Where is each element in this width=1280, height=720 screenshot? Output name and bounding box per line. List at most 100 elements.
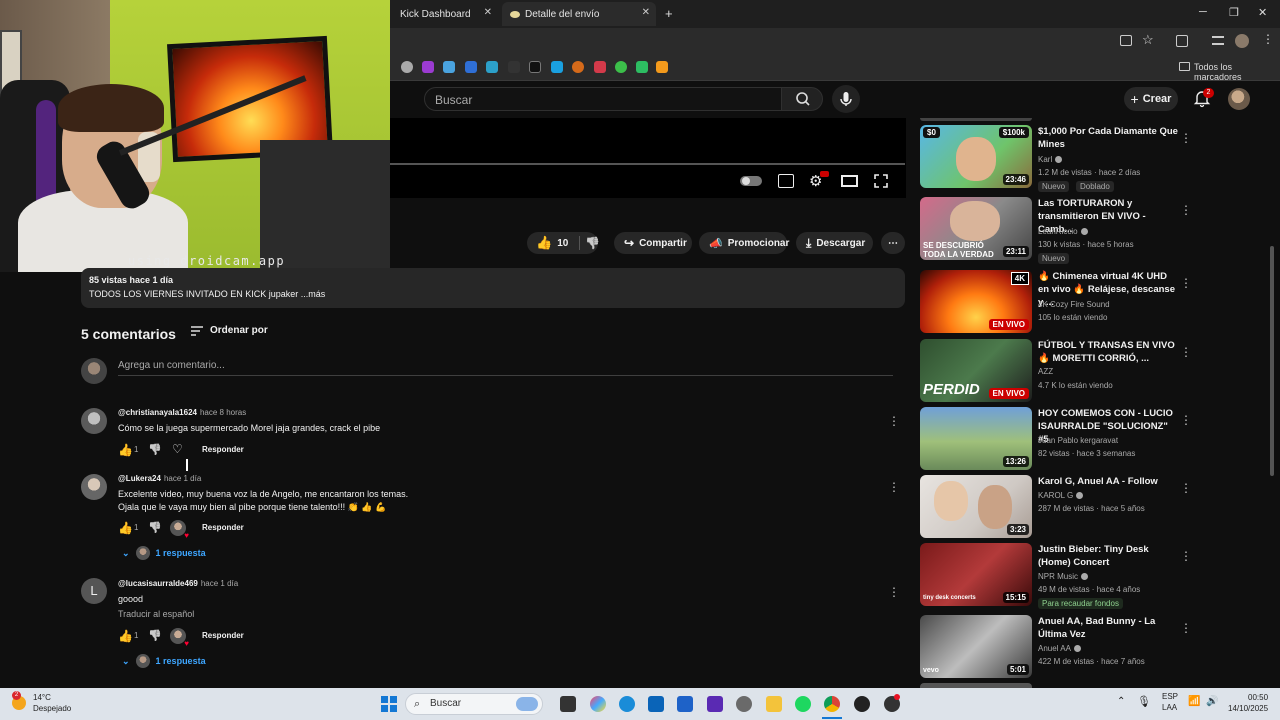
video-menu-icon[interactable]: ⋮ xyxy=(1180,481,1192,495)
video-title[interactable]: $1,000 Por Cada Diamante Que Mines xyxy=(1038,125,1178,151)
view-replies-button[interactable]: ⌄ 1 respuesta xyxy=(122,546,206,560)
reply-button[interactable]: Responder xyxy=(202,523,244,532)
bookmark-icon[interactable] xyxy=(443,61,455,73)
bookmark-icon[interactable] xyxy=(486,61,498,73)
close-tab-icon[interactable]: ✕ xyxy=(642,7,650,18)
voice-search-button[interactable] xyxy=(832,85,860,113)
comment-menu-icon[interactable]: ⋮ xyxy=(888,414,900,428)
comment-author[interactable]: @Lukera24 hace 1 día xyxy=(118,474,201,483)
heart-icon[interactable]: ♡ xyxy=(172,442,183,456)
channel-name[interactable]: Karl xyxy=(1038,155,1063,164)
like-icon[interactable]: 👍 xyxy=(536,235,552,251)
dislike-icon[interactable]: 👎 xyxy=(585,236,600,250)
video-description[interactable]: 85 vistas hace 1 día TODOS LOS VIERNES I… xyxy=(81,268,905,308)
file-explorer-icon[interactable] xyxy=(766,696,782,712)
video-player[interactable] xyxy=(390,118,906,198)
weather-temp[interactable]: 14°C xyxy=(33,693,51,702)
channel-name[interactable]: KAROL G xyxy=(1038,491,1084,500)
tab-detalle-envio[interactable]: Detalle del envío ✕ xyxy=(502,2,656,26)
all-bookmarks-label[interactable]: Todos los marcadores xyxy=(1194,62,1280,82)
extensions-icon[interactable] xyxy=(1176,35,1188,47)
microphone-icon[interactable]: 🎙 xyxy=(1137,695,1151,708)
chrome-icon[interactable] xyxy=(824,696,840,712)
sort-by-button[interactable]: Ordenar por xyxy=(190,325,268,336)
volume-icon[interactable]: 🔊 xyxy=(1206,696,1218,707)
comment-author[interactable]: @lucasisaurralde469 hace 1 día xyxy=(118,579,238,588)
edge-icon[interactable] xyxy=(619,696,635,712)
translate-link[interactable]: Traducir al español xyxy=(118,609,194,619)
account-avatar[interactable] xyxy=(1228,88,1250,110)
subtitles-icon[interactable] xyxy=(778,174,794,188)
app-icon[interactable] xyxy=(854,696,870,712)
comment-avatar[interactable] xyxy=(81,408,107,434)
language-secondary[interactable]: LAA xyxy=(1162,703,1177,712)
video-thumbnail[interactable]: tiny desk concerts 15:15 xyxy=(920,543,1032,606)
bookmark-icon[interactable] xyxy=(636,61,648,73)
autoplay-toggle[interactable] xyxy=(740,176,762,186)
video-menu-icon[interactable]: ⋮ xyxy=(1180,549,1192,563)
bookmark-icon[interactable] xyxy=(594,61,606,73)
language-primary[interactable]: ESP xyxy=(1162,692,1178,701)
clock-time[interactable]: 00:50 xyxy=(1248,693,1268,702)
reply-button[interactable]: Responder xyxy=(202,631,244,640)
channel-name[interactable]: Juan Pablo kergaravat xyxy=(1038,436,1118,445)
video-menu-icon[interactable]: ⋮ xyxy=(1180,276,1192,290)
outlook-icon[interactable] xyxy=(648,696,664,712)
video-title[interactable]: Justin Bieber: Tiny Desk (Home) Concert xyxy=(1038,543,1178,569)
bookmark-icon[interactable] xyxy=(572,61,584,73)
browser-menu-icon[interactable]: ⋮ xyxy=(1262,32,1274,46)
bookmark-icon[interactable] xyxy=(401,61,413,73)
tab-kick-dashboard[interactable]: Kick Dashboard ✕ xyxy=(392,2,498,26)
bookmark-icon[interactable] xyxy=(656,61,668,73)
weather-condition[interactable]: Despejado xyxy=(33,704,71,713)
comment-avatar[interactable]: L xyxy=(81,578,107,604)
more-actions-button[interactable]: ⋯ xyxy=(881,232,905,254)
close-tab-icon[interactable]: ✕ xyxy=(484,7,492,18)
settings-icon[interactable] xyxy=(736,696,752,712)
taskbar-search[interactable]: ⌕ Buscar xyxy=(405,693,543,715)
like-icon[interactable]: 👍 xyxy=(118,629,133,643)
windows-start-icon[interactable] xyxy=(381,696,397,712)
video-menu-icon[interactable]: ⋮ xyxy=(1180,345,1192,359)
video-thumbnail[interactable]: SE DESCUBRIÓ TODA LA VERDAD 23:11 xyxy=(920,197,1032,260)
install-icon[interactable] xyxy=(1120,35,1132,46)
channel-name[interactable]: LeanRiccio xyxy=(1038,227,1088,236)
copilot-icon[interactable] xyxy=(590,696,606,712)
comment-menu-icon[interactable]: ⋮ xyxy=(888,585,900,599)
clock-date[interactable]: 14/10/2025 xyxy=(1228,704,1268,713)
promote-button[interactable]: 📣 Promocionar xyxy=(699,232,789,254)
wifi-icon[interactable]: 📶 xyxy=(1188,696,1200,707)
bookmark-icon[interactable] xyxy=(551,61,563,73)
like-count[interactable]: 10 xyxy=(557,238,568,249)
add-comment-input[interactable]: Agrega un comentario... xyxy=(118,360,225,371)
video-title[interactable]: FÚTBOL Y TRANSAS EN VIVO 🔥 MORETTI CORRI… xyxy=(1038,339,1178,365)
search-button[interactable] xyxy=(781,87,823,111)
channel-name[interactable]: Anuel AA xyxy=(1038,644,1081,653)
bookmark-icon[interactable] xyxy=(465,61,477,73)
spotify-icon[interactable] xyxy=(795,696,811,712)
video-thumbnail[interactable]: vevo 5:01 xyxy=(920,615,1032,678)
new-tab-icon[interactable]: + xyxy=(665,6,673,21)
channel-name[interactable]: 4K Cozy Fire Sound xyxy=(1038,300,1110,309)
like-icon[interactable]: 👍 xyxy=(118,443,133,457)
profile-avatar[interactable] xyxy=(1235,34,1249,48)
theater-mode-icon[interactable] xyxy=(841,175,858,187)
view-replies-button[interactable]: ⌄ 1 respuesta xyxy=(122,654,206,668)
channel-name[interactable]: NPR Music xyxy=(1038,572,1089,581)
dislike-icon[interactable]: 👎 xyxy=(148,443,162,456)
bookmark-icon[interactable] xyxy=(529,61,541,73)
tray-overflow-icon[interactable]: ⌃ xyxy=(1117,696,1125,707)
dislike-icon[interactable]: 👎 xyxy=(148,521,162,534)
video-menu-icon[interactable]: ⋮ xyxy=(1180,413,1192,427)
video-menu-icon[interactable]: ⋮ xyxy=(1180,203,1192,217)
comment-menu-icon[interactable]: ⋮ xyxy=(888,480,900,494)
store-icon[interactable] xyxy=(677,696,693,712)
video-thumbnail[interactable]: PERDID EN VIVO xyxy=(920,339,1032,402)
reply-button[interactable]: Responder xyxy=(202,445,244,454)
video-menu-icon[interactable]: ⋮ xyxy=(1180,621,1192,635)
task-view-icon[interactable] xyxy=(560,696,576,712)
video-menu-icon[interactable]: ⋮ xyxy=(1180,131,1192,145)
video-thumbnail[interactable]: 13:26 xyxy=(920,407,1032,470)
close-window-icon[interactable]: ✕ xyxy=(1258,6,1267,19)
reading-list-icon[interactable] xyxy=(1212,36,1224,45)
